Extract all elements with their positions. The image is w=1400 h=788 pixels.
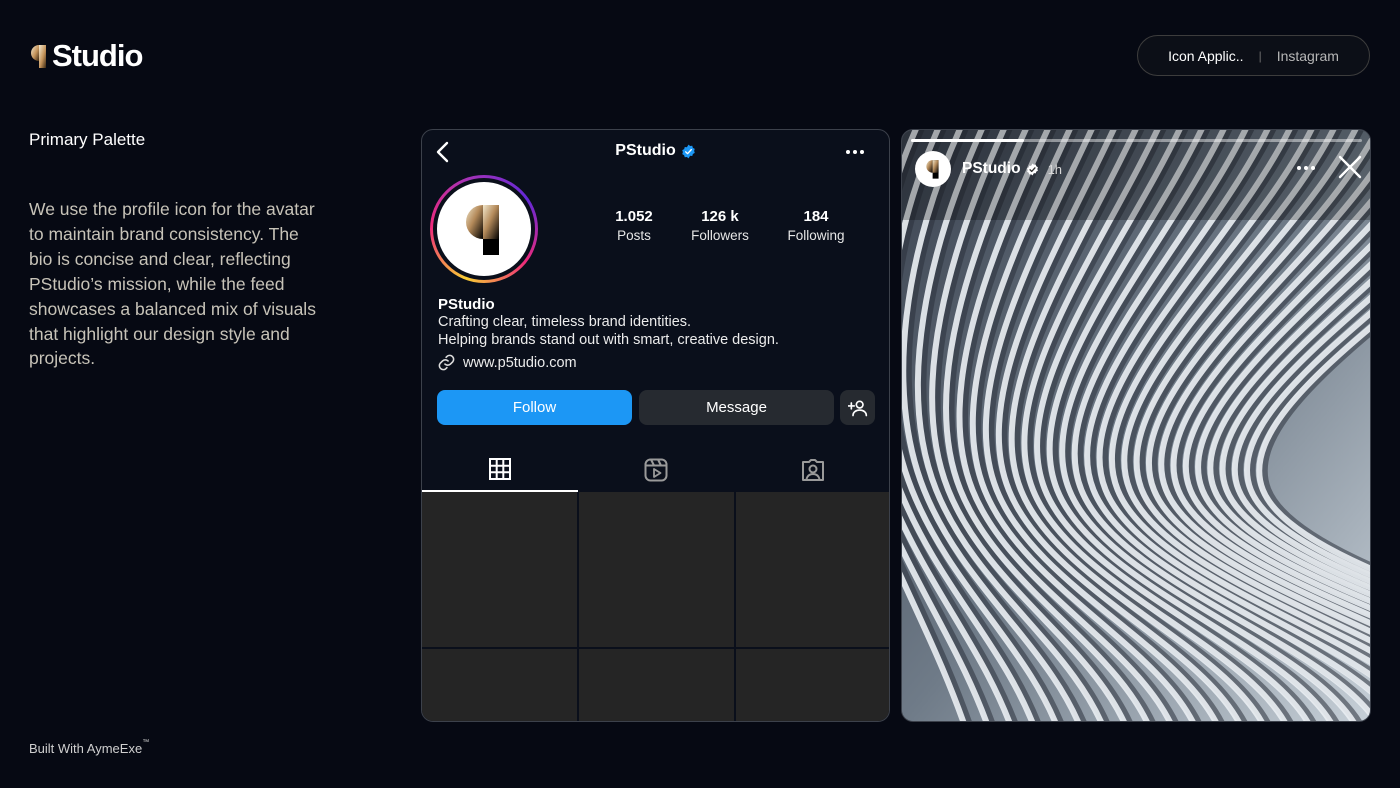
profile-header-username: PStudio: [615, 142, 676, 159]
grid-icon: [489, 458, 511, 480]
more-options-icon[interactable]: [1293, 160, 1319, 176]
stat-posts[interactable]: 1.052 Posts: [589, 208, 679, 243]
breadcrumb-separator: |: [1258, 48, 1262, 63]
link-icon: [438, 354, 455, 371]
instagram-story-mockup[interactable]: PStudio 1h: [901, 129, 1371, 722]
profile-avatar[interactable]: [430, 175, 538, 283]
posts-count: 1.052: [615, 208, 653, 225]
story-avatar[interactable]: [915, 151, 951, 187]
reels-icon: [644, 458, 668, 482]
verified-badge-icon: [1026, 163, 1038, 175]
profile-display-name: PStudio: [438, 296, 495, 313]
following-label: Following: [787, 228, 845, 243]
story-timestamp: 1h: [1047, 161, 1063, 177]
tab-reels[interactable]: [578, 448, 734, 492]
studio-logo-icon: [466, 205, 499, 255]
close-icon[interactable]: [1337, 154, 1363, 180]
grid-post[interactable]: [579, 492, 734, 647]
grid-post[interactable]: [736, 492, 889, 647]
breadcrumb-section[interactable]: Icon Applic..: [1168, 48, 1244, 64]
credit-text: Built With AymeExe™: [29, 739, 150, 756]
stat-following[interactable]: 184 Following: [771, 208, 861, 243]
avatar-gap: [433, 178, 535, 280]
profile-tabs: [422, 448, 889, 492]
website-text[interactable]: www.p5tudio.com: [463, 355, 577, 371]
breadcrumb-page[interactable]: Instagram: [1277, 48, 1339, 64]
brand-logo: Studio: [28, 38, 143, 74]
trademark-mark: ™: [142, 739, 150, 746]
tab-posts-grid[interactable]: [422, 448, 578, 492]
posts-label: Posts: [617, 228, 651, 243]
grid-post[interactable]: [422, 649, 577, 721]
instagram-profile-mockup: PStudio 1.052 Posts 126 k Followers 184 …: [421, 129, 890, 722]
story-user[interactable]: PStudio 1h: [962, 160, 1062, 178]
add-user-icon: [847, 400, 867, 416]
section-description: We use the profile icon for the avatar t…: [29, 199, 316, 369]
breadcrumb-pill[interactable]: Icon Applic.. | Instagram: [1137, 35, 1370, 76]
profile-website-link[interactable]: www.p5tudio.com: [437, 353, 577, 372]
add-user-button[interactable]: [840, 390, 875, 425]
stat-followers[interactable]: 126 k Followers: [675, 208, 765, 243]
grid-post[interactable]: [736, 649, 889, 721]
story-photo: [902, 130, 1370, 721]
verified-badge-icon: [681, 144, 695, 158]
more-options-icon[interactable]: [842, 144, 868, 160]
grid-post[interactable]: [579, 649, 734, 721]
section-title: Primary Palette: [29, 130, 146, 149]
bio-line: Crafting clear, timeless brand identitie…: [438, 314, 692, 330]
follow-button[interactable]: Follow: [437, 390, 632, 425]
story-progress-bar: [911, 139, 1362, 142]
credit-label: Built With AymeExe: [29, 741, 143, 756]
story-progress-fill: [911, 139, 1024, 142]
posts-grid: [422, 492, 889, 721]
profile-bio: Crafting clear, timeless brand identitie…: [438, 314, 779, 349]
tab-tagged[interactable]: [735, 448, 889, 492]
studio-logo-icon: [926, 160, 939, 179]
grid-post[interactable]: [422, 492, 577, 647]
profile-header-title: PStudio: [422, 142, 889, 160]
following-count: 184: [803, 208, 829, 225]
bio-line: Helping brands stand out with smart, cre…: [438, 331, 779, 348]
followers-count: 126 k: [701, 208, 739, 225]
message-button[interactable]: Message: [639, 390, 834, 425]
avatar-image: [437, 182, 531, 276]
tagged-icon: [802, 459, 824, 481]
studio-logo-icon: [31, 45, 46, 68]
story-username[interactable]: PStudio: [962, 160, 1021, 178]
followers-label: Followers: [691, 228, 749, 243]
logo-text: Studio: [52, 38, 143, 73]
